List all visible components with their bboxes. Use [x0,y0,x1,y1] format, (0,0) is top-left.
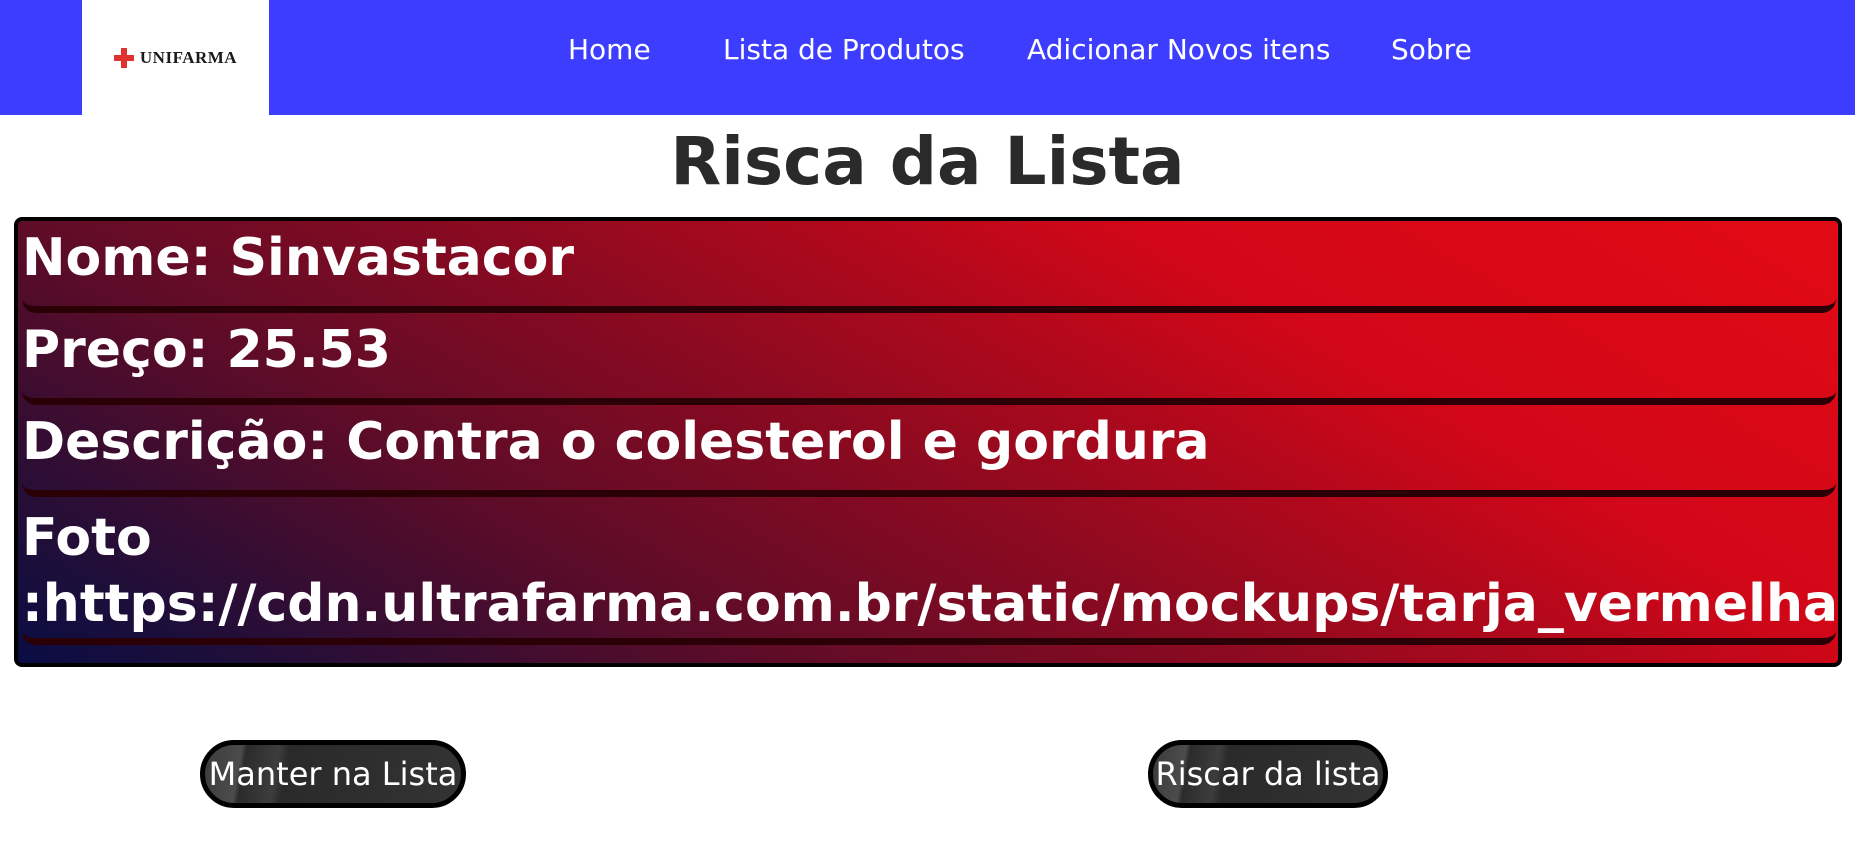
nav-item-adicionar-novos-itens[interactable]: Adicionar Novos itens [1027,33,1330,66]
remove-from-list-button[interactable]: Riscar da lista [1148,740,1388,808]
main-nav: Home Lista de Produtos Adicionar Novos i… [0,0,1855,100]
keep-in-list-button[interactable]: Manter na Lista [200,740,466,808]
nav-item-home[interactable]: Home [568,33,651,66]
product-photo-label: Foto [22,508,152,568]
nav-item-lista-de-produtos[interactable]: Lista de Produtos [723,33,965,66]
product-card: Nome: Sinvastacor Preço: 25.53 Descrição… [14,217,1842,667]
page-title: Risca da Lista [670,123,1185,200]
product-name-label: Nome: [22,228,230,288]
product-name-value: Sinvastacor [229,228,574,288]
product-description-field: Descrição: Contra o colesterol e gordura [22,409,1836,497]
product-name-field: Nome: Sinvastacor [22,225,1836,313]
product-price-label: Preço: [22,320,227,380]
product-description-value: Contra o colesterol e gordura [346,412,1210,472]
product-photo-field: Foto :https://cdn.ultrafarma.com.br/stat… [22,505,1842,645]
navbar: UNIFARMA Home Lista de Produtos Adiciona… [0,0,1855,115]
product-price-field: Preço: 25.53 [22,317,1836,405]
product-description-label: Descrição: [22,412,347,472]
product-price-value: 25.53 [226,320,391,380]
nav-item-sobre[interactable]: Sobre [1391,33,1472,66]
product-photo-url: :https://cdn.ultrafarma.com.br/static/mo… [22,574,1842,634]
